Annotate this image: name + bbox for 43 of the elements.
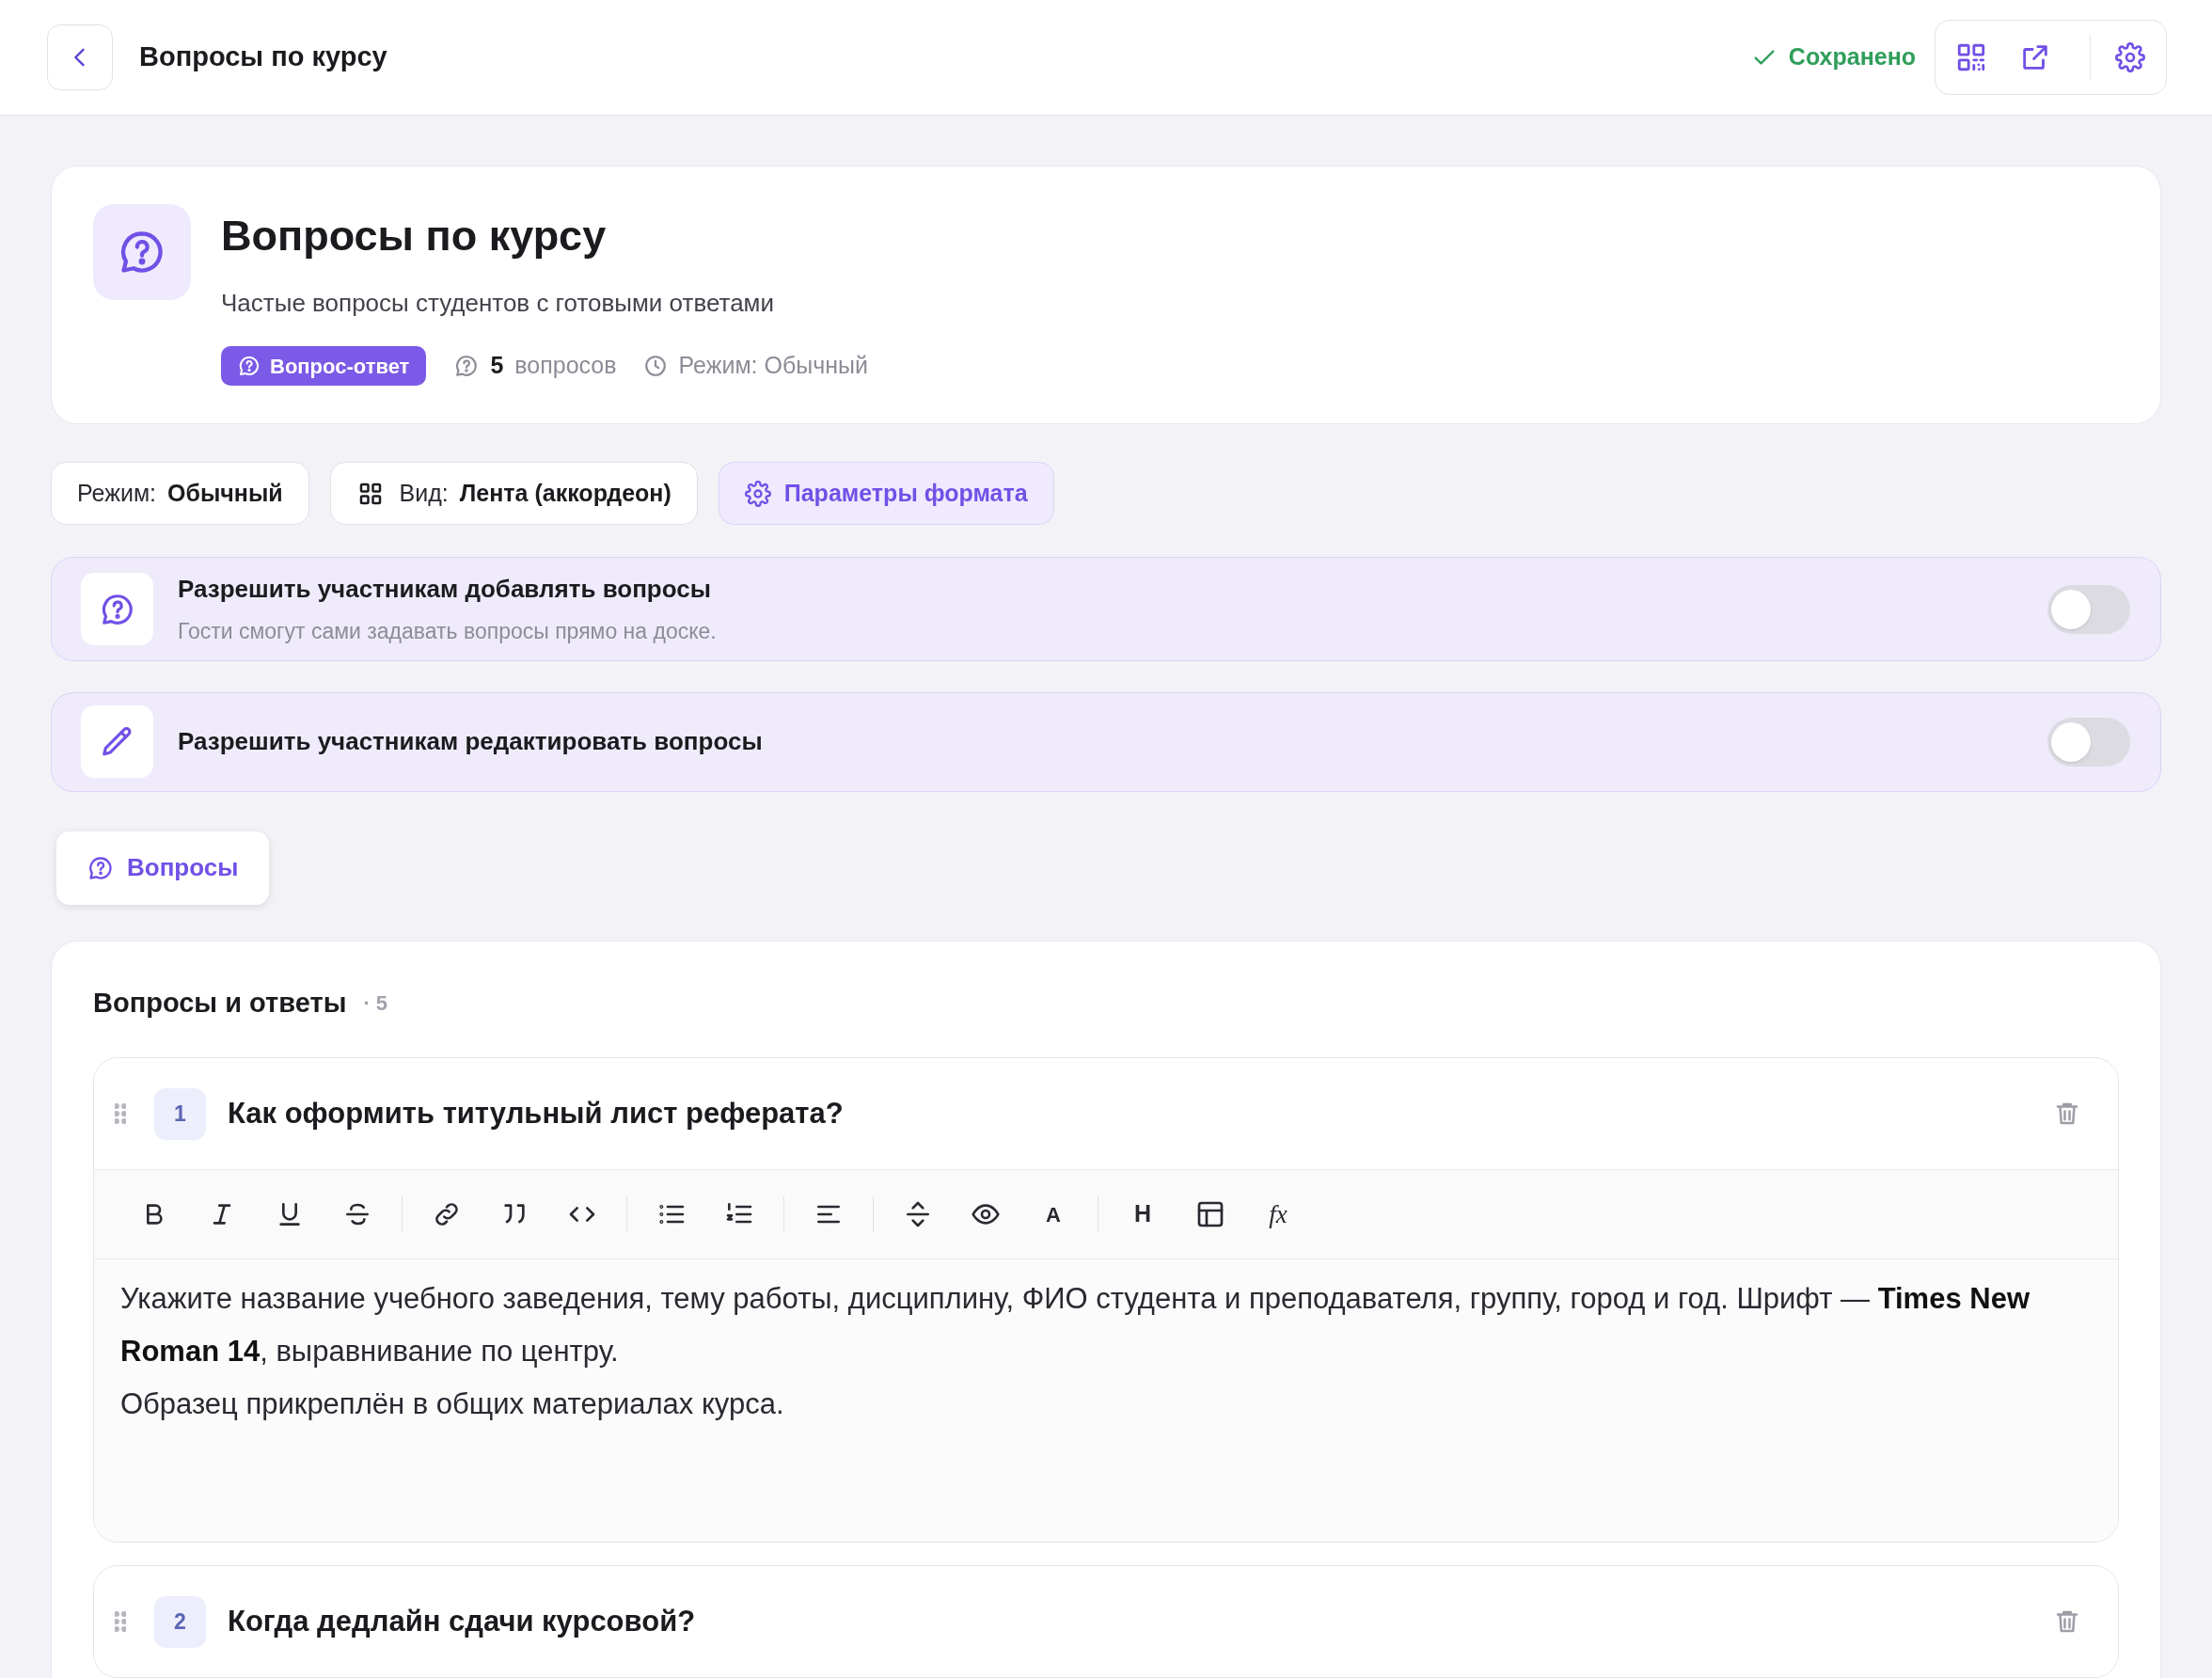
board-subtitle: Частые вопросы студентов с готовыми ответами bbox=[221, 288, 775, 319]
selector-label: Вид: bbox=[399, 478, 449, 508]
toggle-switch[interactable] bbox=[2047, 717, 2130, 767]
table-icon bbox=[1195, 1199, 1225, 1229]
question-count-label: вопросов bbox=[514, 351, 617, 381]
setting-description: Гости смогут сами задавать вопросы прямо на доске. bbox=[178, 617, 718, 645]
question-bubble-icon bbox=[87, 854, 114, 881]
heading-button[interactable]: H bbox=[1119, 1191, 1166, 1238]
settings-icon bbox=[744, 480, 771, 507]
drag-handle-icon[interactable] bbox=[115, 1103, 126, 1124]
toggle-switch[interactable] bbox=[2047, 584, 2130, 634]
color-button[interactable]: A bbox=[1030, 1191, 1077, 1238]
question-bubble-icon bbox=[454, 354, 480, 378]
answer-paragraph: Укажите название учебного заведения, тему работы, дисциплину, ФИО студента и преподавателя, группу, город и год. Шрифт — Times New Roman 14, выравнивание по центру. bbox=[120, 1281, 2030, 1369]
question-title: Когда дедлайн сдачи курсовой? bbox=[228, 1603, 697, 1639]
mode-selector[interactable]: Режим: Обычный bbox=[51, 462, 309, 525]
question-count: · 5 bbox=[363, 989, 388, 1017]
question-bubble-icon bbox=[238, 355, 261, 377]
question-number: 1 bbox=[154, 1087, 206, 1140]
setting-title: Разрешить участникам редактировать вопросы bbox=[178, 726, 764, 758]
setting-title: Разрешить участникам добавлять вопросы bbox=[178, 573, 712, 605]
selector-value: Лента (аккордеон) bbox=[459, 478, 672, 508]
page-title: Вопросы по курсу bbox=[139, 40, 387, 74]
question-number: 2 bbox=[154, 1595, 206, 1648]
questions-tab[interactable]: Вопросы bbox=[56, 831, 270, 905]
view-selector[interactable]: Вид: Лента (аккордеон) bbox=[329, 462, 698, 525]
answer-editor[interactable] bbox=[94, 1259, 2118, 1542]
mode-label: Режим: Обычный bbox=[678, 351, 868, 381]
saved-status: Сохранено bbox=[1788, 42, 1916, 72]
format-badge: Вопрос-ответ bbox=[221, 346, 427, 386]
selector-value: Обычный bbox=[167, 478, 283, 508]
format-settings-button[interactable]: Параметры формата bbox=[718, 462, 1054, 525]
formula-button[interactable]: fx bbox=[1255, 1191, 1302, 1238]
settings-icon bbox=[2115, 42, 2145, 72]
qr-code-icon bbox=[1955, 41, 1987, 73]
selector-label: Режим: bbox=[77, 478, 157, 508]
clock-icon bbox=[642, 354, 668, 378]
drag-handle-icon[interactable] bbox=[115, 1611, 126, 1632]
answer-paragraph: Образец прикреплён в общих материалах курса. bbox=[120, 1386, 785, 1422]
section-title: Вопросы и ответы bbox=[93, 986, 347, 1020]
question-title: Как оформить титульный лист реферата? bbox=[228, 1095, 845, 1132]
question-count: 5 bbox=[490, 351, 504, 381]
board-title: Вопросы по курсу bbox=[221, 211, 608, 261]
